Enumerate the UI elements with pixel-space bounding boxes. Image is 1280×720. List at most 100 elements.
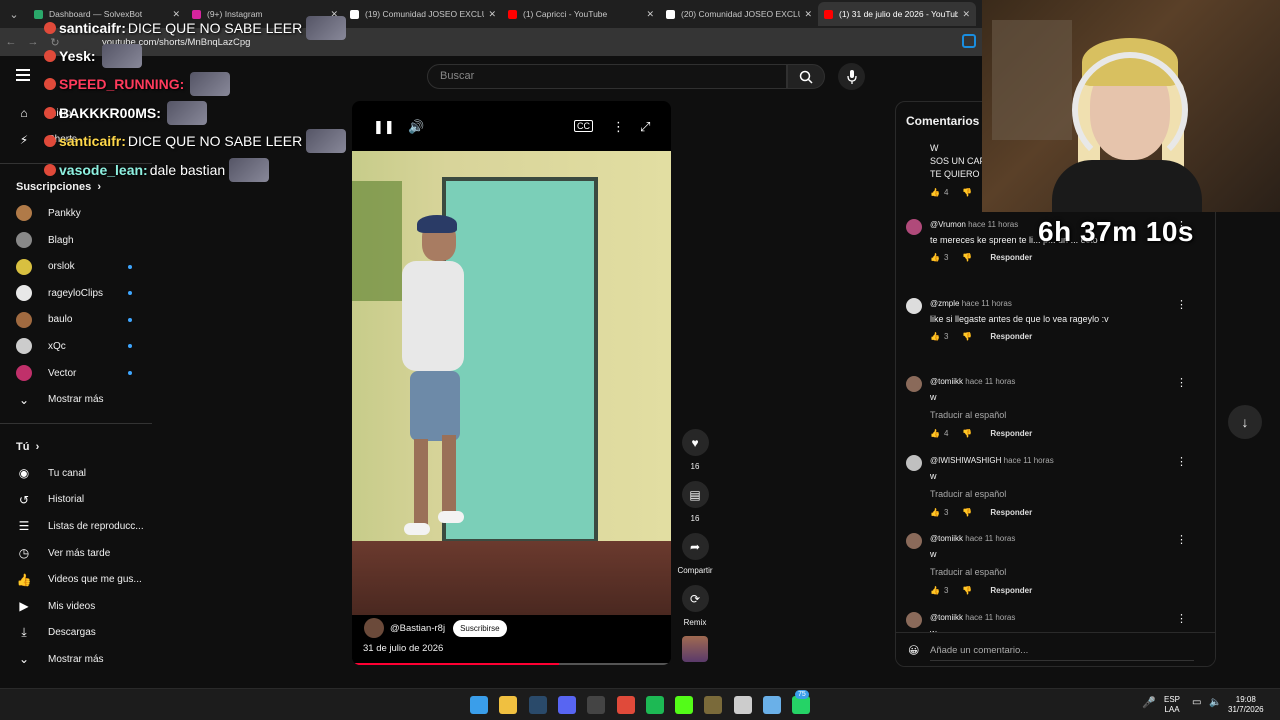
sound-thumbnail[interactable] xyxy=(682,636,708,662)
menu-icon[interactable] xyxy=(16,69,30,84)
language-indicator[interactable]: ESP LAA xyxy=(1164,695,1180,715)
close-icon[interactable]: ✕ xyxy=(646,9,654,20)
sidebar-item-sub[interactable]: baulo xyxy=(0,307,152,334)
dislike-icon[interactable]: 👎 xyxy=(962,188,972,197)
back-icon[interactable]: ← xyxy=(0,36,22,48)
kick-icon[interactable] xyxy=(675,696,694,714)
avatar[interactable] xyxy=(906,376,922,393)
reply-button[interactable]: Responder xyxy=(990,429,1032,438)
comment-action[interactable]: ▤ 16 xyxy=(681,481,709,523)
more-options-icon[interactable]: ⋮ xyxy=(1176,376,1187,389)
sidebar-item-sub[interactable]: orslok xyxy=(0,253,152,280)
discord-icon[interactable] xyxy=(557,696,576,714)
network-icon[interactable]: ▭ xyxy=(1192,698,1201,708)
reply-button[interactable]: Responder xyxy=(990,332,1032,341)
channel-avatar[interactable] xyxy=(364,618,384,638)
pause-icon[interactable]: ❚❚ xyxy=(373,119,395,135)
reply-button[interactable]: Responder xyxy=(990,253,1032,262)
sidebar-item-sub[interactable]: xQc xyxy=(0,333,152,360)
avatar[interactable] xyxy=(906,454,922,471)
search-button[interactable] xyxy=(787,64,825,89)
like-icon[interactable]: 👍 xyxy=(930,586,940,595)
comment-icon[interactable]: ▤ xyxy=(681,481,709,508)
fullscreen-icon[interactable]: ⤢ xyxy=(640,119,650,135)
search-input[interactable]: Buscar xyxy=(427,64,787,89)
sidebar-item-sub[interactable]: rageyloClips xyxy=(0,280,152,307)
more-options-icon[interactable]: ⋮ xyxy=(1176,612,1187,625)
close-icon[interactable]: ✕ xyxy=(488,9,496,20)
emoji-icon[interactable]: 😀 xyxy=(908,644,919,657)
subscribe-button[interactable]: Suscribirse xyxy=(453,619,507,637)
translate-link[interactable]: Traducir al español xyxy=(930,489,1006,499)
sidebar-item-you[interactable]: ↺ Historial xyxy=(0,487,152,514)
dislike-icon[interactable]: 👎 xyxy=(962,586,972,595)
like-icon[interactable]: 👍 xyxy=(930,508,940,517)
dislike-icon[interactable]: 👎 xyxy=(962,332,972,341)
clock[interactable]: 19:08 31/7/2026 xyxy=(1228,695,1264,715)
sidebar-item-sub[interactable]: Vector xyxy=(0,360,152,387)
show-more-subs-button[interactable]: ⌄ Mostrar más xyxy=(0,386,152,413)
share-icon[interactable]: ➦ xyxy=(681,533,709,560)
comment-author[interactable]: @IWISHIWASHIGH hace 11 horas xyxy=(930,456,1054,465)
like-icon[interactable]: 👍 xyxy=(930,332,940,341)
sidebar-item-you[interactable]: ▶ Mis videos xyxy=(0,593,152,620)
more-options-icon[interactable]: ⋮ xyxy=(1176,455,1187,468)
ccleaner-icon[interactable] xyxy=(733,696,752,714)
obs-icon[interactable] xyxy=(587,696,606,714)
avatar[interactable] xyxy=(906,297,922,314)
avatar[interactable] xyxy=(906,533,922,550)
comment-author[interactable]: @tomiikk hace 11 horas xyxy=(930,534,1015,543)
tab-search-icon[interactable]: ⌄ xyxy=(0,8,28,21)
volume-icon[interactable]: 🔊 xyxy=(408,119,424,135)
file-explorer-icon[interactable] xyxy=(499,696,518,714)
sidebar-item-sub[interactable]: Pankky xyxy=(0,200,152,227)
reply-button[interactable]: Responder xyxy=(990,508,1032,517)
comment-author[interactable]: @tomiikk hace 11 horas xyxy=(930,613,1015,622)
sidebar-item-sub[interactable]: Blagh xyxy=(0,227,152,254)
sidebar-item-you[interactable]: 👍 Videos que me gus... xyxy=(0,566,152,593)
like-icon[interactable]: 👍 xyxy=(930,253,940,262)
you-header[interactable]: Tú › xyxy=(0,434,152,460)
extension-icon[interactable] xyxy=(962,34,976,48)
steam-icon[interactable] xyxy=(528,696,547,714)
forward-icon[interactable]: → xyxy=(22,36,44,48)
like-icon[interactable]: 👍 xyxy=(930,429,940,438)
close-icon[interactable]: ✕ xyxy=(962,9,970,20)
video-frame[interactable] xyxy=(352,151,671,615)
more-options-icon[interactable]: ⋮ xyxy=(1176,298,1187,311)
sidebar-item-you[interactable]: ☰ Listas de reproducc... xyxy=(0,513,152,540)
heart-icon[interactable]: ♥ xyxy=(681,429,709,456)
remix-action[interactable]: ⟳ Remix xyxy=(681,585,709,627)
browser-tab[interactable]: (1) 31 de julio de 2026 - YouTube ✕ xyxy=(818,2,976,26)
more-options-icon[interactable]: ⋮ xyxy=(1176,533,1187,546)
comment-author[interactable]: @Vrumon hace 11 horas xyxy=(930,220,1018,229)
mic-tray-icon[interactable]: 🎤 xyxy=(1142,698,1156,709)
translate-link[interactable]: Traducir al español xyxy=(930,567,1006,577)
dislike-icon[interactable]: 👎 xyxy=(962,429,972,438)
browser-tab[interactable]: (1) Capricci - YouTube ✕ xyxy=(502,2,660,26)
share-action[interactable]: ➦ Compartir xyxy=(677,533,713,575)
volume-tray-icon[interactable]: 🔈 xyxy=(1209,698,1221,708)
add-comment-input[interactable]: Añade un comentario... xyxy=(930,645,1194,661)
like-icon[interactable]: 👍 xyxy=(930,188,940,197)
browser-tab[interactable]: (19) Comunidad JOSEO EXCLUSIVA ✕ xyxy=(344,2,502,26)
more-options-icon[interactable]: ⋮ xyxy=(612,119,625,135)
avatar[interactable] xyxy=(906,219,922,235)
scroll-down-button[interactable]: ↓ xyxy=(1228,405,1262,439)
windows-start-icon[interactable] xyxy=(470,696,488,714)
close-icon[interactable]: ✕ xyxy=(804,9,812,20)
reply-button[interactable]: Responder xyxy=(990,586,1032,595)
progress-bar[interactable] xyxy=(352,663,671,665)
notepad-icon[interactable] xyxy=(763,696,781,714)
dislike-icon[interactable]: 👎 xyxy=(962,508,972,517)
translate-link[interactable]: Traducir al español xyxy=(930,410,1006,420)
avatar[interactable] xyxy=(906,611,922,628)
sidebar-item-you[interactable]: ◷ Ver más tarde xyxy=(0,540,152,567)
like-action[interactable]: ♥ 16 xyxy=(681,429,709,471)
mic-button[interactable] xyxy=(838,63,865,90)
comment-author[interactable]: @tomiikk hace 11 horas xyxy=(930,377,1015,386)
remix-icon[interactable]: ⟳ xyxy=(681,585,709,612)
sidebar-item-you[interactable]: ⌄ Mostrar más xyxy=(0,646,152,673)
channel-name[interactable]: @Bastian-r8j xyxy=(390,623,445,634)
spotify-icon[interactable] xyxy=(645,696,664,714)
